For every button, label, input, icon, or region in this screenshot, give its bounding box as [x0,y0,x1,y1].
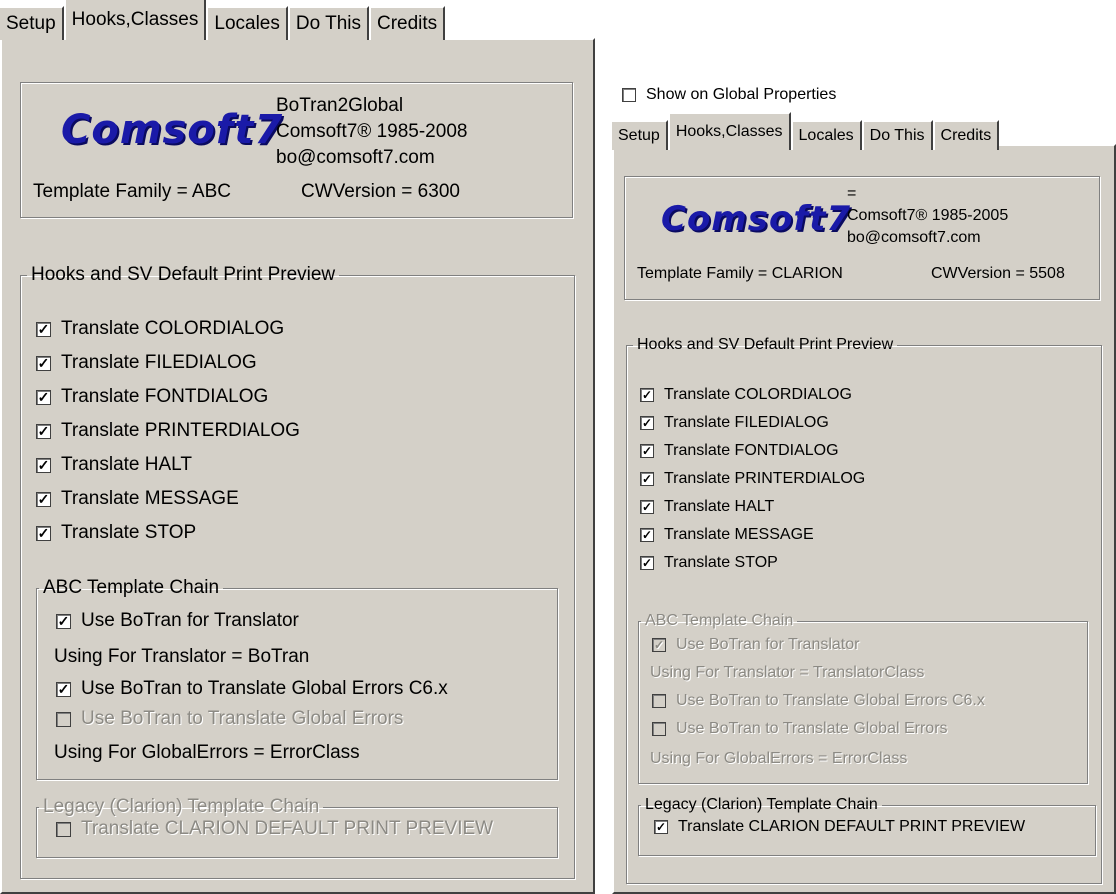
comsoft7-logo: Comsoft7 [661,199,852,239]
hook-halt-checkbox[interactable]: ✓ Translate HALT [640,498,774,516]
template-family: Template Family = CLARION [637,265,843,282]
tab-hooks-classes[interactable]: Hooks,Classes [63,0,207,40]
using-for-globalerrors: Using For GlobalErrors = ErrorClass [650,750,908,767]
hook-filedialog-checkbox[interactable]: ✓ Translate FILEDIALOG [640,414,829,432]
right-template-panel: Show on Global Properties Setup Hooks,Cl… [612,78,1116,894]
checkbox-icon: ✓ [36,423,51,439]
checkbox-icon: ✓ [640,444,654,458]
template-family: Template Family = ABC [33,181,231,202]
product-name: BoTran2Global [276,95,404,116]
tab-locales[interactable]: Locales [790,120,862,150]
left-tab-bar: Setup Hooks,Classes Locales Do This Cred… [0,0,446,40]
checkbox-icon: ✓ [652,638,666,652]
hook-printerdialog-checkbox[interactable]: ✓ Translate PRINTERDIALOG [640,470,865,488]
hook-stop-checkbox[interactable]: ✓ Translate STOP [36,522,196,544]
translate-global-errors-checkbox[interactable]: Use BoTran to Translate Global Errors [56,708,403,730]
hook-fontdialog-checkbox[interactable]: ✓ Translate FONTDIALOG [36,386,268,408]
translate-clarion-print-preview-checkbox[interactable]: ✓ Translate CLARION DEFAULT PRINT PREVIEW [654,818,1025,836]
checkbox-icon: ✓ [640,416,654,430]
checkbox-icon: ✓ [56,681,71,697]
comsoft7-logo: Comsoft7 [61,107,284,153]
checkbox-icon: ✓ [640,500,654,514]
using-for-globalerrors: Using For GlobalErrors = ErrorClass [54,742,360,763]
tab-do-this[interactable]: Do This [287,6,369,40]
checkbox-icon: ✓ [36,355,51,371]
tab-setup[interactable]: Setup [0,6,64,40]
show-on-global-properties-checkbox[interactable]: Show on Global Properties [622,86,836,104]
checkbox-icon: ✓ [36,389,51,405]
contact-email: bo@comsoft7.com [276,147,435,168]
translate-global-errors-c6-checkbox[interactable]: ✓ Use BoTran to Translate Global Errors C… [56,678,448,700]
checkbox-icon: ✓ [36,457,51,473]
checkbox-icon [622,88,636,102]
checkbox-icon: ✓ [640,556,654,570]
abc-group-title: ABC Template Chain [645,612,794,629]
abc-group-title: ABC Template Chain [43,577,220,598]
translate-clarion-print-preview-checkbox[interactable]: Translate CLARION DEFAULT PRINT PREVIEW [56,818,493,840]
copyright: Comsoft7® 1985-2005 [847,207,1009,224]
tab-hooks-classes[interactable]: Hooks,Classes [667,112,791,150]
hook-message-checkbox[interactable]: ✓ Translate MESSAGE [640,526,814,544]
cw-version: CWVersion = 5508 [931,265,1065,282]
hooks-group-title: Hooks and SV Default Print Preview [31,264,336,285]
right-tab-bar: Setup Hooks,Classes Locales Do This Cred… [612,112,1000,150]
tab-credits[interactable]: Credits [369,6,446,40]
hook-halt-checkbox[interactable]: ✓ Translate HALT [36,454,192,476]
hook-fontdialog-checkbox[interactable]: ✓ Translate FONTDIALOG [640,442,839,460]
checkbox-icon: ✓ [640,528,654,542]
checkbox-icon [652,694,666,708]
tab-do-this[interactable]: Do This [861,120,933,150]
hook-filedialog-checkbox[interactable]: ✓ Translate FILEDIALOG [36,352,257,374]
hook-message-checkbox[interactable]: ✓ Translate MESSAGE [36,488,239,510]
legacy-group-title: Legacy (Clarion) Template Chain [645,796,878,813]
checkbox-icon: ✓ [36,525,51,541]
copyright: Comsoft7® 1985-2008 [276,121,468,142]
product-name: = [847,185,857,202]
hooks-group-title: Hooks and SV Default Print Preview [637,336,894,353]
translate-global-errors-checkbox[interactable]: Use BoTran to Translate Global Errors [652,720,948,738]
checkbox-icon: ✓ [654,820,668,834]
checkbox-icon [56,821,71,837]
use-botran-translator-checkbox[interactable]: ✓ Use BoTran for Translator [56,610,299,632]
hook-colordialog-checkbox[interactable]: ✓ Translate COLORDIALOG [36,318,284,340]
tab-setup[interactable]: Setup [612,120,668,150]
checkbox-icon: ✓ [640,388,654,402]
tab-locales[interactable]: Locales [206,6,288,40]
using-for-translator: Using For Translator = TranslatorClass [650,664,925,681]
checkbox-icon: ✓ [640,472,654,486]
checkbox-icon [56,711,71,727]
tab-credits[interactable]: Credits [932,120,1000,150]
checkbox-icon: ✓ [56,613,71,629]
contact-email: bo@comsoft7.com [847,229,981,246]
checkbox-icon: ✓ [36,321,51,337]
checkbox-icon [652,722,666,736]
translate-global-errors-c6-checkbox[interactable]: Use BoTran to Translate Global Errors C6… [652,692,985,710]
use-botran-translator-checkbox[interactable]: ✓ Use BoTran for Translator [652,636,859,654]
hook-printerdialog-checkbox[interactable]: ✓ Translate PRINTERDIALOG [36,420,300,442]
cw-version: CWVersion = 6300 [301,181,460,202]
using-for-translator: Using For Translator = BoTran [54,646,310,667]
checkbox-icon: ✓ [36,491,51,507]
hook-colordialog-checkbox[interactable]: ✓ Translate COLORDIALOG [640,386,852,404]
right-info-box: Comsoft7 = Comsoft7® 1985-2005 bo@comsof… [624,176,1100,300]
left-info-box: Comsoft7 BoTran2Global Comsoft7® 1985-20… [20,82,573,218]
left-template-panel: Setup Hooks,Classes Locales Do This Cred… [0,0,595,894]
legacy-group-title: Legacy (Clarion) Template Chain [43,796,320,817]
hook-stop-checkbox[interactable]: ✓ Translate STOP [640,554,778,572]
